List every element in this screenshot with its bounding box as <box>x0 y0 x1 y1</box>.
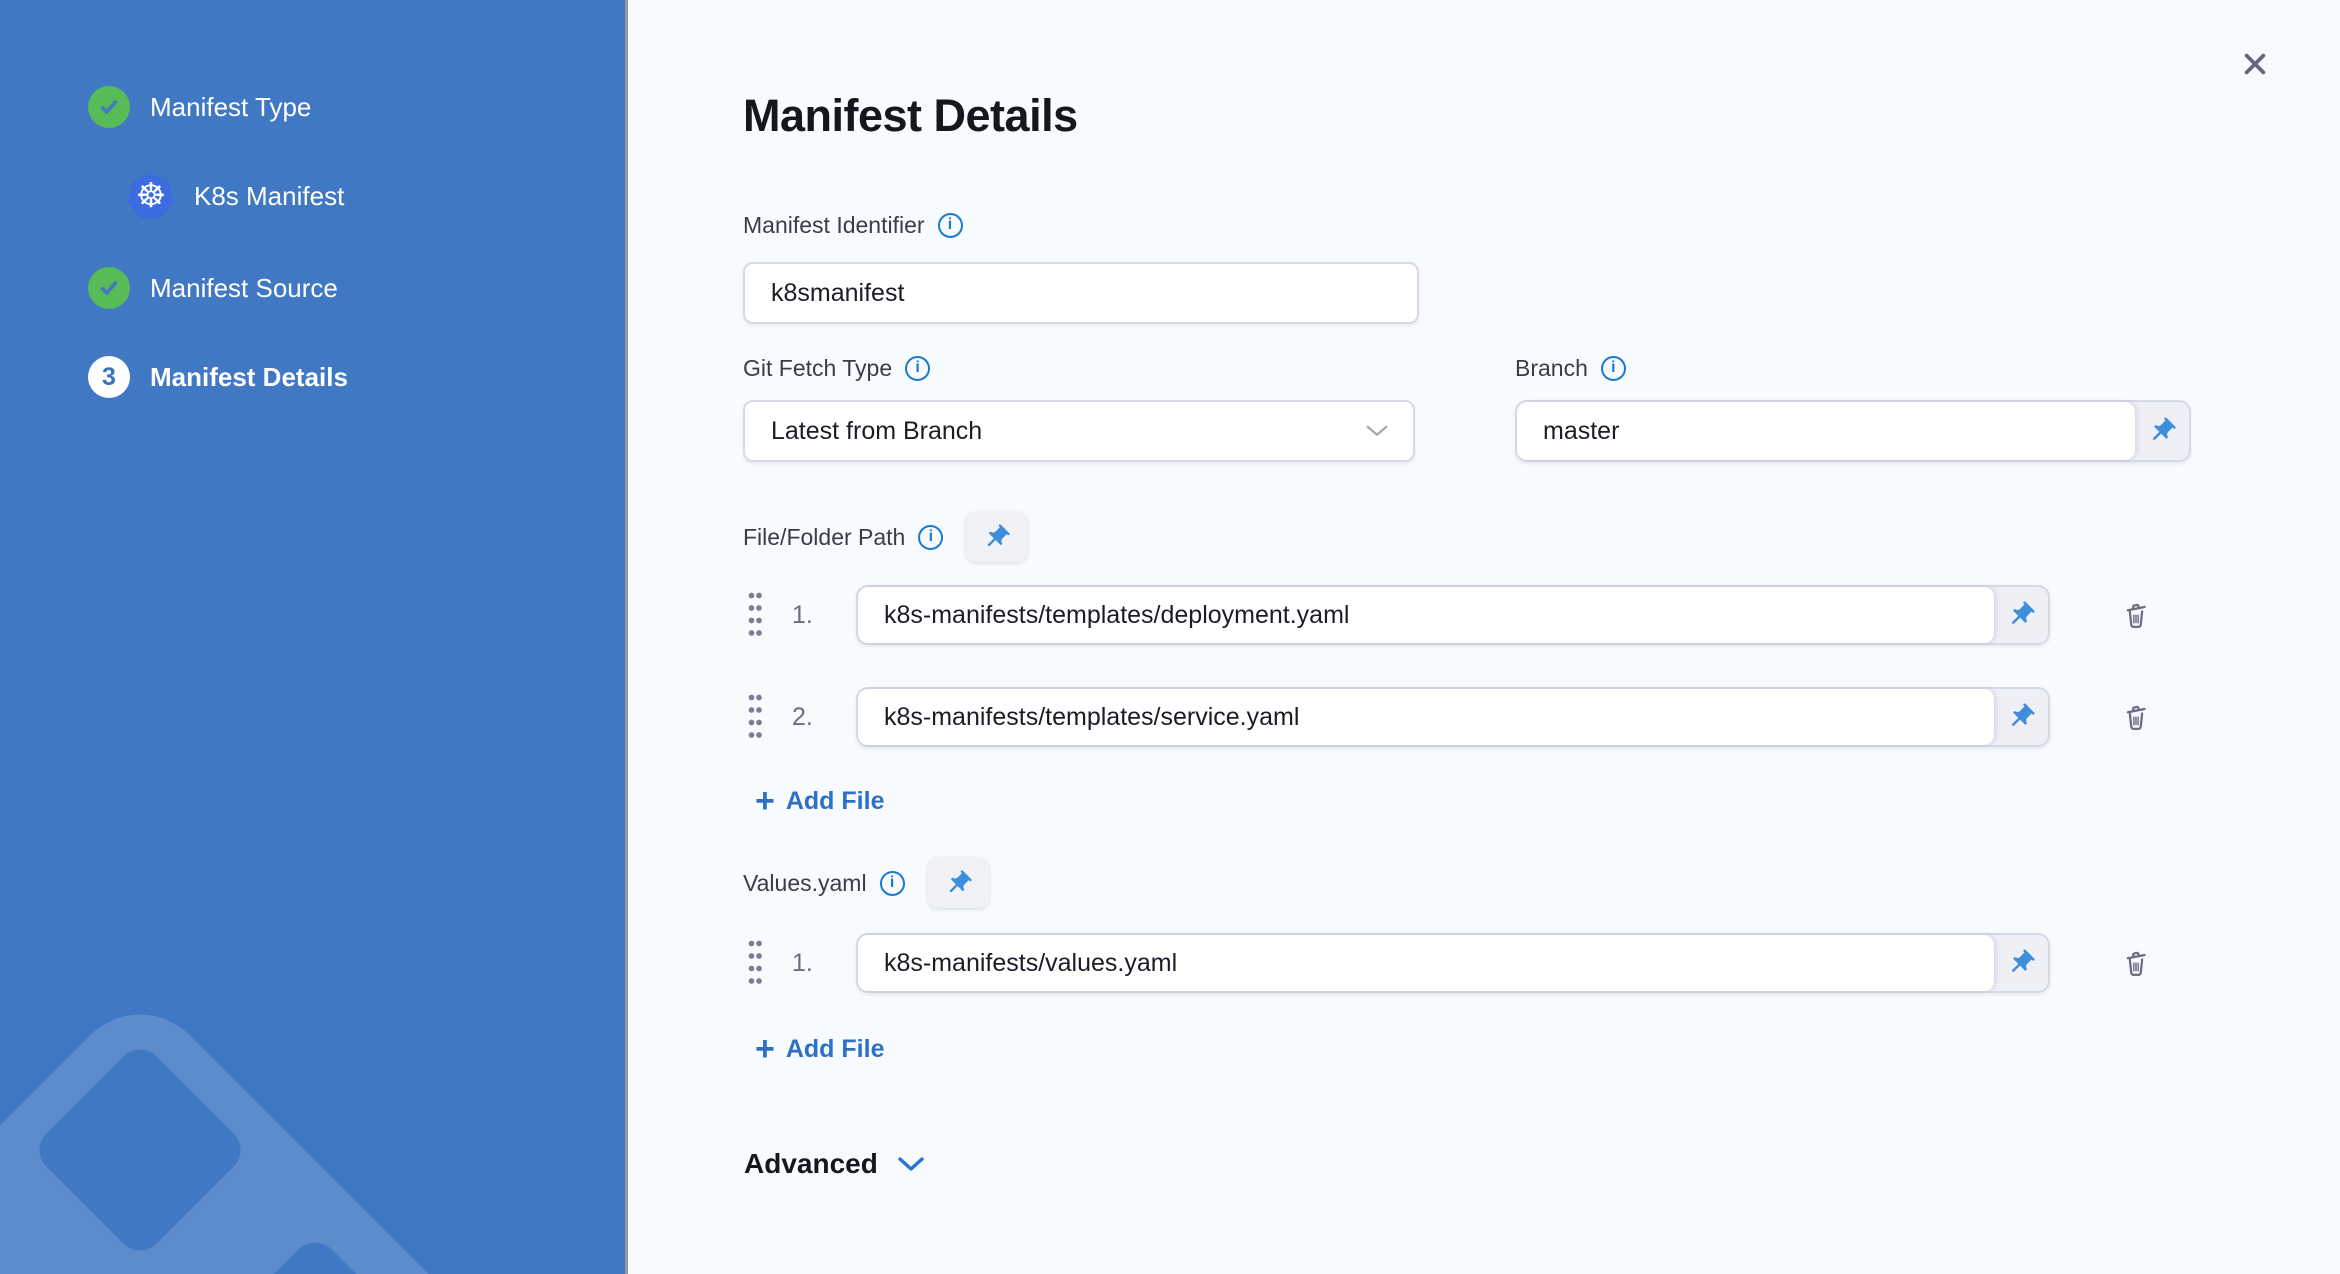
drag-handle-icon[interactable] <box>748 940 762 986</box>
branch-label-row: Branch i <box>1515 348 1626 388</box>
close-button[interactable] <box>2231 40 2279 88</box>
values-path-field <box>856 933 2050 993</box>
info-icon[interactable]: i <box>879 870 905 896</box>
git-fetch-type-value: Latest from Branch <box>771 416 983 445</box>
plus-icon: + <box>755 782 775 820</box>
advanced-label: Advanced <box>744 1148 878 1179</box>
file-path-field <box>856 585 2050 645</box>
advanced-toggle[interactable]: Advanced <box>744 1148 926 1180</box>
step-label: Manifest Type <box>150 91 312 122</box>
git-fetch-type-label: Git Fetch Type <box>743 354 893 381</box>
pushpin-icon <box>988 523 1011 546</box>
page-title: Manifest Details <box>743 90 1078 141</box>
chevron-down-icon <box>898 1157 924 1171</box>
sidebar-step-manifest-type[interactable]: Manifest Type <box>88 86 311 128</box>
trash-icon <box>2126 705 2146 730</box>
pushpin-icon <box>2153 417 2176 440</box>
step-label: Manifest Details <box>150 361 348 392</box>
add-file-label: Add File <box>785 1034 885 1063</box>
git-fetch-type-label-row: Git Fetch Type i <box>743 348 931 388</box>
step-label: K8s Manifest <box>194 180 345 211</box>
manifest-wizard-dialog: Manifest Type ☸ K8s Manifest Manifest So… <box>0 0 2340 1274</box>
trash-icon <box>2126 603 2146 628</box>
drag-handle-icon[interactable] <box>748 592 762 638</box>
row-index: 2. <box>792 702 813 731</box>
wizard-sidebar: Manifest Type ☸ K8s Manifest Manifest So… <box>0 0 628 1274</box>
sidebar-step-manifest-source[interactable]: Manifest Source <box>88 267 338 309</box>
manifest-identifier-label-row: Manifest Identifier i <box>743 205 963 245</box>
pushpin-icon <box>2012 703 2035 726</box>
step-complete-check-icon <box>88 86 130 128</box>
branch-label: Branch <box>1515 354 1588 381</box>
pushpin-icon <box>2012 601 2035 624</box>
file-path-field <box>856 687 2050 747</box>
step-complete-check-icon <box>88 267 130 309</box>
git-fetch-type-select[interactable]: Latest from Branch <box>743 400 1415 462</box>
step-number-badge: 3 <box>88 356 130 398</box>
info-icon[interactable]: i <box>1600 355 1626 381</box>
delete-row-button[interactable] <box>2114 693 2158 741</box>
step-label: Manifest Source <box>150 272 338 303</box>
manifest-details-panel: Manifest Details Manifest Identifier i G… <box>628 0 2340 1274</box>
file-path-pin-button[interactable] <box>1994 587 2048 643</box>
values-path-row-1: 1. <box>740 933 2158 993</box>
row-index: 1. <box>792 948 813 977</box>
values-yaml-pin-button[interactable] <box>927 858 989 908</box>
pushpin-icon <box>2012 949 2035 972</box>
values-path-input-1[interactable] <box>858 935 1994 991</box>
file-path-pin-button[interactable] <box>1994 689 2048 745</box>
manifest-identifier-label: Manifest Identifier <box>743 211 925 238</box>
branch-pin-button[interactable] <box>2135 402 2189 460</box>
file-folder-path-label-row: File/Folder Path i <box>743 512 1028 562</box>
add-file-label: Add File <box>785 786 885 815</box>
info-icon[interactable]: i <box>937 212 963 238</box>
values-yaml-label-row: Values.yaml i <box>743 858 989 908</box>
row-index: 1. <box>792 600 813 629</box>
add-file-button[interactable]: + Add File <box>755 1030 885 1068</box>
add-file-button[interactable]: + Add File <box>755 782 885 820</box>
delete-row-button[interactable] <box>2114 939 2158 987</box>
close-icon <box>2244 53 2266 75</box>
values-yaml-label: Values.yaml <box>743 869 867 896</box>
file-path-input-2[interactable] <box>858 689 1994 745</box>
values-path-pin-button[interactable] <box>1994 935 2048 991</box>
sidebar-step-manifest-details[interactable]: 3 Manifest Details <box>88 356 348 398</box>
plus-icon: + <box>755 1030 775 1068</box>
file-path-row-2: 2. <box>740 687 2158 747</box>
file-path-input-1[interactable] <box>858 587 1994 643</box>
info-icon[interactable]: i <box>905 355 931 381</box>
manifest-identifier-input[interactable] <box>743 262 1419 324</box>
info-icon[interactable]: i <box>918 524 944 550</box>
chevron-down-icon <box>1366 425 1388 436</box>
drag-handle-icon[interactable] <box>748 694 762 740</box>
trash-icon <box>2126 951 2146 976</box>
file-path-row-1: 1. <box>740 585 2158 645</box>
file-folder-path-pin-button[interactable] <box>966 512 1028 562</box>
sidebar-item-k8s-manifest[interactable]: ☸ K8s Manifest <box>128 173 344 219</box>
branch-field <box>1515 400 2191 462</box>
pushpin-icon <box>949 869 972 892</box>
branch-input[interactable] <box>1517 402 2135 460</box>
kubernetes-icon: ☸ <box>128 173 174 219</box>
file-folder-path-label: File/Folder Path <box>743 523 906 550</box>
delete-row-button[interactable] <box>2114 591 2158 639</box>
